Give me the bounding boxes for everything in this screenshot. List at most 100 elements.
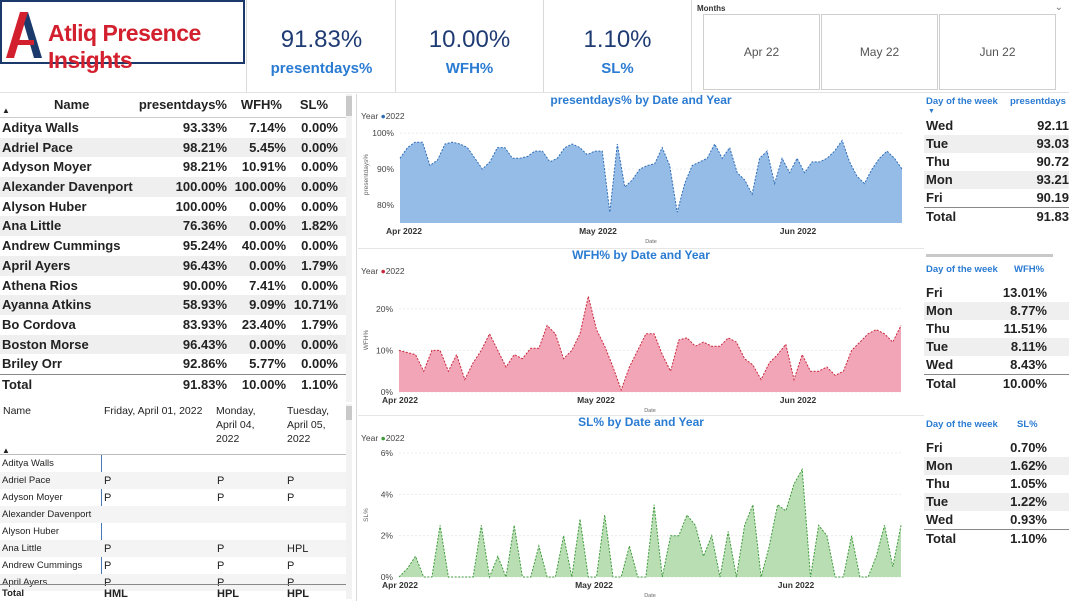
cell-wfh: 5.45% (249, 139, 286, 155)
matrix-cell-status: HPL (287, 543, 309, 555)
cell-sl: 0.00% (301, 120, 338, 135)
kpi-label: SL% (601, 60, 634, 77)
panel-resize-handle[interactable] (926, 254, 1053, 257)
matrix-cell-status: HPL (217, 588, 239, 600)
cell-sl: 1.79% (301, 316, 338, 332)
table-row[interactable]: Adriel Pace 98.21% 5.45% 0.00% (0, 137, 352, 158)
matrix-header-date[interactable]: Monday, April 04, 2022 (216, 404, 282, 446)
cell-presentdays: 95.24% (182, 238, 227, 254)
table-row[interactable]: Alexander Davenport 100.00% 100.00% 0.00% (0, 177, 352, 197)
dow-row: Wed 0.93% (924, 511, 1069, 529)
dow-cell-day: Tue (926, 339, 949, 354)
cell-name: Alyson Huber (2, 198, 87, 214)
series-area (399, 296, 901, 392)
dow-row: Fri 0.70% (924, 439, 1069, 457)
cell-sl: 0.00% (301, 336, 338, 352)
matrix-header-date[interactable]: Tuesday, April 05, 2022 (287, 404, 347, 446)
col-header-sl[interactable]: SL% (300, 97, 328, 112)
x-tick-label: Jun 2022 (780, 226, 817, 236)
matrix-scrollbar[interactable] (346, 404, 352, 599)
table-row[interactable]: Andrew Cummings 95.24% 40.00% 0.00% (0, 236, 352, 256)
x-tick-label: May 2022 (579, 226, 617, 236)
table-row[interactable]: Aditya Walls 93.33% 7.14% 0.00% (0, 118, 352, 138)
dow-header-day[interactable]: Day of the week (926, 96, 998, 107)
cell-wfh: 100.00% (234, 179, 286, 195)
sl-chart-panel: SL% by Date and Year Year ●2022 6% 4% 2% 0%… (358, 415, 924, 601)
dow-cell-value: 13.01% (1002, 285, 1047, 300)
cell-sl: 0.00% (301, 139, 338, 155)
col-header-presentdays[interactable]: presentdays% (139, 97, 227, 112)
table-row[interactable]: April Ayers 96.43% 0.00% 1.79% (0, 255, 352, 276)
table-scrollbar[interactable] (346, 94, 352, 402)
kpi-value: 91.83% (280, 26, 363, 53)
matrix-header-date[interactable]: Friday, April 01, 2022 (104, 404, 214, 418)
dow-header-day[interactable]: Day of the week (926, 264, 998, 275)
cell-presentdays: 98.21% (182, 159, 227, 175)
dow-cell-value: 90.72 (1036, 154, 1069, 169)
dow-header-metric[interactable]: WFH% (1014, 264, 1044, 275)
x-tick-label: Jun 2022 (780, 395, 817, 405)
dow-row: Tue 93.03 (924, 135, 1069, 153)
dow-wfh-table: Day of the week WFH% Fri 13.01% Mon 8.77% Th… (924, 264, 1069, 394)
dow-header-metric[interactable]: presentdays (1010, 96, 1066, 107)
month-option-may[interactable]: May 22 (821, 14, 938, 90)
series-area (399, 469, 901, 577)
matrix-cell-name: Aditya Walls (2, 458, 54, 469)
dow-header-metric[interactable]: SL% (1017, 419, 1038, 430)
table-row[interactable]: Adyson Moyer 98.21% 10.91% 0.00% (0, 157, 352, 177)
table-row[interactable]: Ana Little 76.36% 0.00% 1.82% (0, 216, 352, 237)
x-tick-label: Jun 2022 (778, 580, 815, 590)
dow-row: Wed 8.43% (924, 356, 1069, 374)
matrix-cell-status: HPL (287, 588, 309, 600)
chevron-down-icon[interactable]: ⌄ (1055, 2, 1063, 13)
matrix-row: Andrew Cummings P P P (0, 557, 350, 574)
table-row[interactable]: Boston Morse 96.43% 0.00% 0.00% (0, 334, 352, 355)
series-area (400, 140, 902, 223)
dow-cell-day: Mon (926, 458, 953, 473)
sort-asc-icon[interactable]: ▲ (2, 106, 10, 115)
dow-header-day[interactable]: Day of the week (926, 419, 998, 430)
dow-cell-value: 8.11% (1010, 339, 1047, 354)
cell-wfh: 7.14% (249, 120, 286, 135)
cell-sl: 10.71% (293, 297, 338, 313)
x-tick-label: Apr 2022 (382, 395, 418, 405)
atliq-logo-icon (6, 12, 42, 58)
y-tick-label: 100% (372, 128, 394, 138)
cell-sl: 0.00% (301, 179, 338, 195)
dow-cell-day: Mon (926, 303, 953, 318)
month-option-apr[interactable]: Apr 22 (703, 14, 820, 90)
table-row[interactable]: Alyson Huber 100.00% 0.00% 0.00% (0, 197, 352, 217)
dow-total-label: Total (926, 531, 957, 546)
table-row[interactable]: Briley Orr 92.86% 5.77% 0.00% (0, 354, 352, 374)
cell-name: Athena Rios (2, 277, 78, 293)
y-axis-label: WFH% (363, 329, 370, 350)
matrix-cell-status: P (217, 543, 225, 555)
dow-total-value: 10.00% (1002, 376, 1047, 391)
wfh-area-chart: 20%10%0%Apr 2022 May 2022 Jun 2022DateWFH% (363, 296, 902, 414)
matrix-row: Adriel Pace P P P (0, 472, 350, 489)
months-slicer-title: Months (697, 4, 726, 13)
presentdays-area-chart: 100% 90% 80% Apr 2022 May 2022 Jun 2022 Date pr… (363, 128, 903, 245)
dow-row: Tue 8.11% (924, 338, 1069, 356)
table-row[interactable]: Athena Rios 90.00% 7.41% 0.00% (0, 276, 352, 296)
dow-total-row: Total 91.83 (924, 207, 1069, 225)
cell-presentdays: 96.43% (182, 257, 227, 273)
y-tick-label: 2% (381, 531, 394, 541)
matrix-row: Alexander Davenport (0, 506, 350, 523)
cell-name: Alexander Davenport (2, 179, 133, 195)
x-tick-label: May 2022 (575, 580, 613, 590)
matrix-row: Alyson Huber (0, 523, 350, 540)
table-row[interactable]: Bo Cordova 83.93% 23.40% 1.79% (0, 315, 352, 335)
dow-cell-day: Tue (926, 136, 949, 151)
table-row[interactable]: Ayanna Atkins 58.93% 9.09% 10.71% (0, 295, 352, 315)
table-header: Name presentdays% WFH% SL% ▲ (0, 94, 352, 118)
month-option-jun[interactable]: Jun 22 (939, 14, 1056, 90)
matrix-cell-status: HML (104, 588, 128, 600)
matrix-cell-name: Ana Little (2, 543, 42, 554)
matrix-row: Ana Little P P HPL (0, 540, 350, 557)
matrix-total-row: Total HML HPL HPL (0, 584, 350, 601)
col-header-wfh[interactable]: WFH% (241, 97, 282, 112)
presentdays-chart-panel: presentdays% by Date and Year Year ●2022… (358, 93, 924, 247)
col-header-name[interactable]: Name (54, 97, 89, 112)
matrix-header-name[interactable]: Name (3, 404, 31, 418)
